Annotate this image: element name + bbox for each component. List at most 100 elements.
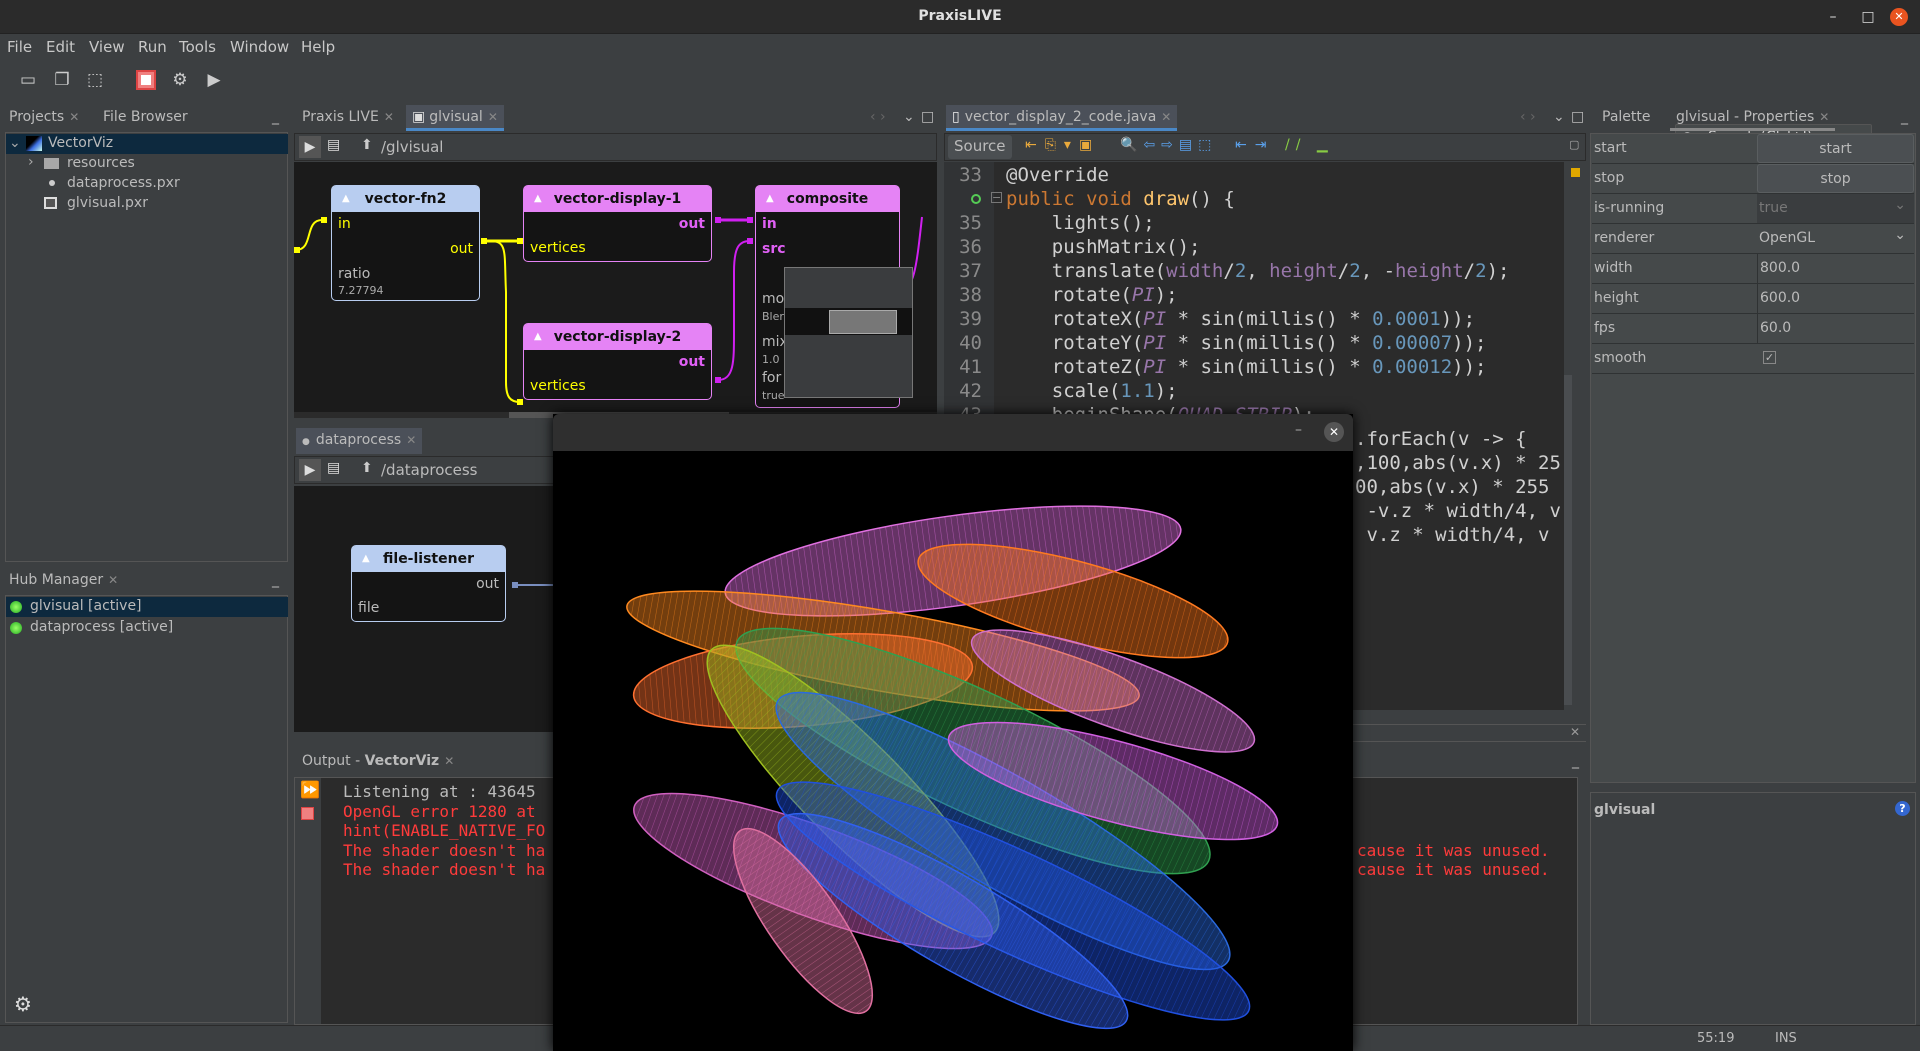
run-icon[interactable]: ▶ [203, 69, 225, 91]
width-field[interactable]: 800.0 [1757, 254, 1914, 283]
stop-icon[interactable] [136, 70, 156, 90]
maximize-button[interactable]: □ [1857, 6, 1879, 28]
menu-view[interactable]: View [89, 38, 125, 56]
minimize-panel-button[interactable]: _ [266, 105, 285, 131]
tab-code-file[interactable]: ▯ vector_display_2_code.java ✕ [946, 105, 1178, 131]
open-project-icon[interactable]: ❐ [51, 69, 73, 91]
minimize-button[interactable]: – [1295, 422, 1302, 438]
close-icon[interactable]: ✕ [69, 110, 79, 124]
fold-icon[interactable]: − [991, 192, 1002, 203]
scroll-tabs-icon[interactable]: ‹ › [1514, 105, 1542, 131]
property-label[interactable]: for [762, 370, 781, 386]
save-icon[interactable]: ⬚ [84, 69, 106, 91]
property-label[interactable]: file [358, 600, 379, 616]
collapse-icon[interactable]: ▲ [534, 324, 542, 350]
port-in[interactable]: in [762, 216, 777, 232]
menu-help[interactable]: Help [301, 38, 335, 56]
graph-minimap[interactable] [784, 267, 913, 398]
chevron-down-icon[interactable]: ⌄ [1894, 197, 1906, 213]
dataprocess-graph-canvas[interactable]: ▲ file-listener out file [294, 486, 554, 732]
stop-button[interactable]: stop [1757, 164, 1914, 193]
collapse-icon[interactable]: ▲ [766, 186, 774, 212]
port-in[interactable]: in [338, 216, 351, 232]
chevron-right-icon[interactable]: › [28, 154, 34, 170]
close-icon[interactable]: ✕ [108, 573, 118, 587]
tab-palette[interactable]: Palette [1596, 105, 1657, 131]
minimize-panel-button[interactable]: _ [1895, 105, 1914, 131]
render-window-titlebar[interactable]: – ✕ [553, 414, 1353, 451]
menu-file[interactable]: File [7, 38, 32, 56]
up-arrow-icon[interactable]: ⬆ [361, 460, 373, 476]
port-out[interactable]: out [679, 354, 705, 370]
source-button[interactable]: Source [948, 135, 1012, 159]
hub-item-dataprocess[interactable]: dataprocess [active] [6, 618, 288, 638]
node-file-listener[interactable]: ▲ file-listener out file [351, 545, 506, 622]
scroll-tabs-icon[interactable]: ‹ › [864, 105, 892, 131]
split-icon[interactable]: ▢ [1569, 138, 1579, 151]
port-out[interactable]: out [679, 216, 705, 232]
tab-file-browser[interactable]: File Browser [97, 105, 194, 131]
menu-window[interactable]: Window [230, 38, 289, 56]
close-button[interactable]: ✕ [1324, 422, 1344, 442]
minimize-button[interactable]: – [1822, 6, 1844, 28]
tree-item-dataprocess[interactable]: dataprocess.pxr [6, 174, 288, 194]
maximize-icon[interactable]: □ [1565, 105, 1590, 131]
render-window[interactable]: – ✕ [553, 414, 1353, 1051]
chevron-down-icon[interactable]: ⌄ [1894, 227, 1906, 243]
stop-icon[interactable] [301, 807, 314, 820]
is-running-select[interactable]: true ⌄ [1757, 194, 1914, 223]
tab-glvisual[interactable]: ▣ glvisual ✕ [406, 105, 504, 131]
glvisual-graph-canvas[interactable]: ▲ vector-fn2 in out ratio 7.27794 ▲ vector… [294, 162, 937, 418]
close-icon[interactable]: ✕ [1161, 110, 1171, 124]
node-header[interactable]: ▲ vector-display-2 [524, 324, 711, 350]
close-icon[interactable]: ✕ [1570, 725, 1580, 739]
chevron-down-icon[interactable]: ⌄ [9, 135, 21, 151]
property-label[interactable]: ratio [338, 266, 370, 282]
vertical-scrollbar[interactable] [1564, 375, 1572, 705]
history-icons[interactable]: ⇤⎘▾▣ [1025, 137, 1100, 153]
collapse-icon[interactable]: ▲ [534, 186, 542, 212]
node-header[interactable]: ▲ composite [756, 186, 899, 212]
port-vertices[interactable]: vertices [530, 378, 586, 394]
build-icon[interactable]: ⚙ [169, 69, 191, 91]
property-label[interactable]: mo [762, 291, 784, 307]
shift-line-icons[interactable]: ⇤⇥ [1235, 137, 1274, 153]
minimap-viewport[interactable] [829, 310, 897, 334]
up-arrow-icon[interactable]: ⬆ [361, 137, 373, 153]
close-icon[interactable]: ✕ [384, 110, 394, 124]
node-vector-display-1[interactable]: ▲ vector-display-1 out vertices [523, 185, 712, 262]
hub-item-glvisual[interactable]: glvisual [active] [6, 597, 288, 617]
close-icon[interactable]: ✕ [488, 110, 498, 124]
tree-item-glvisual[interactable]: glvisual.pxr [6, 194, 288, 214]
maximize-icon[interactable]: □ [915, 105, 940, 131]
properties-icon[interactable]: ▤ [327, 460, 340, 476]
play-icon[interactable]: ▶ [299, 136, 321, 158]
node-vector-display-2[interactable]: ▲ vector-display-2 out vertices [523, 323, 712, 400]
start-button[interactable]: start [1757, 134, 1914, 163]
minimize-panel-button[interactable]: _ [1566, 749, 1585, 775]
port-src[interactable]: src [762, 241, 786, 257]
port-out[interactable]: out [476, 576, 499, 592]
gear-icon[interactable]: ⚙ [14, 992, 32, 1016]
close-icon[interactable]: ✕ [444, 754, 454, 768]
help-icon[interactable]: ? [1895, 801, 1910, 816]
comment-icons[interactable]: // ▁ [1285, 137, 1334, 153]
tab-projects[interactable]: Projects ✕ [3, 105, 85, 131]
tree-item-resources[interactable]: › resources [6, 154, 288, 174]
close-icon[interactable]: ✕ [406, 433, 416, 447]
tab-praxis-live[interactable]: Praxis LIVE ✕ [296, 105, 400, 131]
node-header[interactable]: ▲ vector-display-1 [524, 186, 711, 212]
node-header[interactable]: ▲ vector-fn2 [332, 186, 479, 212]
tab-dataprocess[interactable]: ● dataprocess ✕ [296, 428, 423, 454]
tree-item-vectorviz[interactable]: ⌄ VectorViz [6, 134, 288, 154]
node-header[interactable]: ▲ file-listener [352, 546, 505, 572]
collapse-icon[interactable]: ▲ [362, 546, 370, 572]
play-icon[interactable]: ▶ [299, 459, 321, 481]
error-stripe[interactable] [1564, 162, 1586, 710]
minimize-panel-button[interactable]: _ [266, 568, 285, 594]
port-out[interactable]: out [450, 241, 473, 257]
renderer-select[interactable]: OpenGL ⌄ [1757, 224, 1914, 253]
fps-field[interactable]: 60.0 [1757, 314, 1914, 343]
collapse-icon[interactable]: ▲ [342, 186, 350, 212]
menu-tools[interactable]: Tools [179, 38, 216, 56]
